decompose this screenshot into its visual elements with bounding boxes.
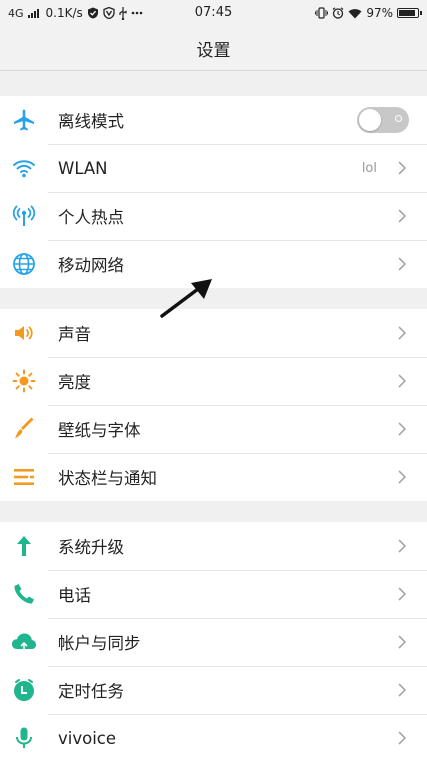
wifi-icon <box>348 8 362 19</box>
setting-row-sound[interactable]: 声音 <box>0 309 427 357</box>
chevron-right-icon <box>391 538 413 554</box>
status-bar: 4G 0.1K/s 07:45 97% <box>0 0 427 26</box>
setting-label: 电话 <box>58 586 91 605</box>
setting-row-mobile-network[interactable]: 移动网络 <box>0 240 427 288</box>
setting-label: 声音 <box>58 325 91 344</box>
setting-label: 亮度 <box>58 373 91 392</box>
setting-row-account-sync[interactable]: 帐户与同步 <box>0 618 427 666</box>
cloud-sync-icon <box>0 630 48 654</box>
brush-icon <box>0 417 48 441</box>
setting-row-hotspot[interactable]: 个人热点 <box>0 192 427 240</box>
chevron-right-icon <box>391 421 413 437</box>
globe-icon <box>0 252 48 276</box>
speaker-icon <box>0 321 48 345</box>
setting-row-brightness[interactable]: 亮度 <box>0 357 427 405</box>
settings-screen: 4G 0.1K/s 07:45 97% 设置 离线模式 WLAN lol 个人热… <box>0 0 427 759</box>
setting-label: WLAN <box>58 158 108 178</box>
microphone-icon <box>0 726 48 750</box>
toggle-off-indicator <box>395 115 402 122</box>
shield-icon <box>87 7 99 19</box>
setting-row-system-upgrade[interactable]: 系统升级 <box>0 522 427 570</box>
chevron-right-icon <box>391 586 413 602</box>
chevron-right-icon <box>391 469 413 485</box>
chevron-right-icon <box>391 682 413 698</box>
usb-icon <box>119 6 127 20</box>
battery-level <box>399 10 415 16</box>
upgrade-arrow-icon <box>0 534 48 558</box>
settings-group-system: 系统升级 电话 帐户与同步 定时任务 vivoice <box>0 522 427 759</box>
chevron-right-icon <box>391 634 413 650</box>
toggle-knob <box>359 109 381 131</box>
chevron-right-icon <box>391 730 413 746</box>
signal-icon <box>27 8 42 18</box>
more-icon <box>131 11 143 15</box>
battery-percent: 97% <box>366 6 393 20</box>
vibrate-icon <box>315 7 329 19</box>
battery-icon <box>397 8 422 18</box>
setting-row-vivoice[interactable]: vivoice <box>0 714 427 759</box>
setting-label: 离线模式 <box>58 112 124 131</box>
setting-row-airplane[interactable]: 离线模式 <box>0 96 427 144</box>
setting-label: 移动网络 <box>58 256 124 275</box>
network-type: 4G <box>8 6 24 20</box>
hotspot-icon <box>0 204 48 228</box>
network-speed: 0.1K/s <box>45 6 83 20</box>
setting-label: 状态栏与通知 <box>58 469 157 488</box>
setting-label: vivoice <box>58 728 117 748</box>
setting-label: 壁纸与字体 <box>58 421 141 440</box>
airplane-mode-toggle[interactable] <box>357 107 409 133</box>
setting-row-wallpaper-font[interactable]: 壁纸与字体 <box>0 405 427 453</box>
setting-row-wlan[interactable]: WLAN lol <box>0 144 427 192</box>
setting-label: 帐户与同步 <box>58 634 141 653</box>
status-left: 4G 0.1K/s <box>8 6 143 20</box>
alarm-icon <box>332 7 344 19</box>
vpn-icon <box>103 7 115 19</box>
setting-row-statusbar-notifications[interactable]: 状态栏与通知 <box>0 453 427 501</box>
setting-row-phone[interactable]: 电话 <box>0 570 427 618</box>
setting-row-scheduled-tasks[interactable]: 定时任务 <box>0 666 427 714</box>
status-right: 97% <box>315 6 422 20</box>
brightness-icon <box>0 369 48 393</box>
page-title: 设置 <box>0 26 427 71</box>
setting-label: 定时任务 <box>58 682 124 701</box>
chevron-right-icon <box>391 208 413 224</box>
wlan-network-name: lol <box>361 160 377 176</box>
setting-label: 系统升级 <box>58 538 124 557</box>
phone-icon <box>0 582 48 606</box>
setting-label: 个人热点 <box>58 208 124 227</box>
chevron-right-icon <box>391 256 413 272</box>
wifi-icon <box>0 156 48 180</box>
settings-group-display: 声音 亮度 壁纸与字体 状态栏与通知 <box>0 309 427 501</box>
settings-group-connectivity: 离线模式 WLAN lol 个人热点 移动网络 <box>0 96 427 288</box>
airplane-icon <box>0 108 48 132</box>
timer-icon <box>0 678 48 702</box>
notification-list-icon <box>0 465 48 489</box>
chevron-right-icon <box>391 325 413 341</box>
chevron-right-icon <box>391 373 413 389</box>
chevron-right-icon <box>391 160 413 176</box>
